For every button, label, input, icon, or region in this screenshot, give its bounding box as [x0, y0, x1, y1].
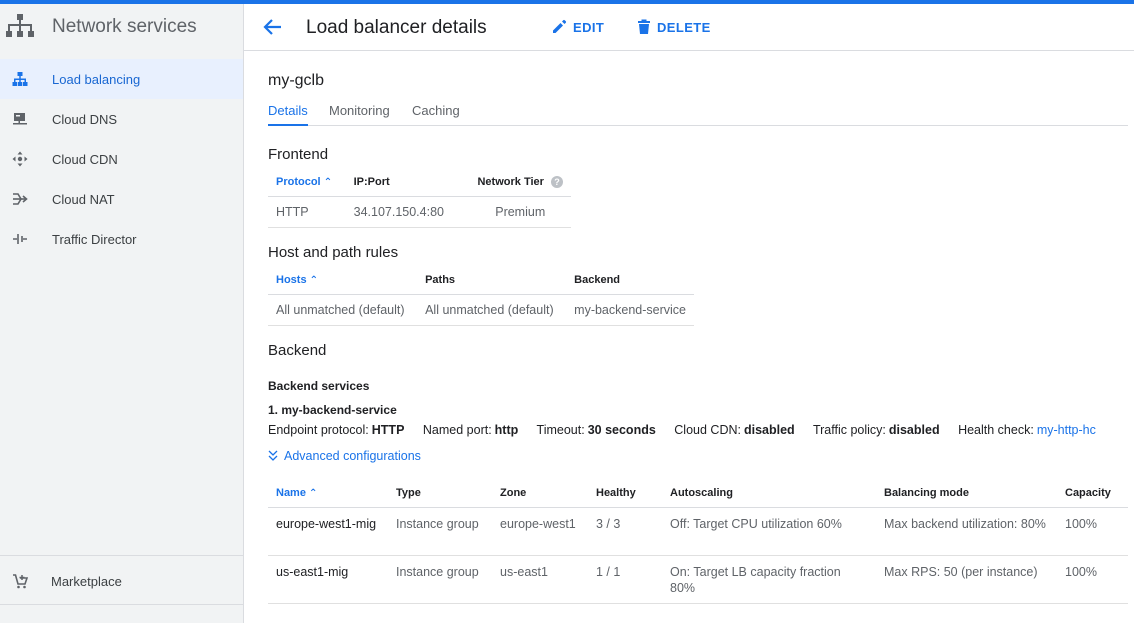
- sidebar-divider: [0, 555, 243, 556]
- host-rule: All unmatched (default): [268, 294, 418, 326]
- instance-group-type: Instance group: [388, 555, 492, 604]
- sidebar-nav: Load balancing Cloud DNS Cloud CDN Cloud…: [0, 59, 243, 259]
- endpoint-protocol-value: HTTP: [371, 423, 405, 437]
- sidebar-item-label: Marketplace: [51, 573, 122, 589]
- cloud-dns-icon: [13, 113, 27, 125]
- table-header-protocol[interactable]: Protocol ⌃: [268, 168, 346, 197]
- backend-rule: my-backend-service: [566, 294, 694, 326]
- cloud-cdn-value: disabled: [743, 423, 795, 437]
- edit-button[interactable]: EDIT: [551, 19, 604, 35]
- sidebar-title: Network services: [52, 16, 197, 37]
- instance-group-capacity: 100%: [1057, 555, 1128, 604]
- backend-instances-table: Name ⌃ Type Zone Healthy Autoscaling Bal…: [268, 479, 1128, 604]
- tab-details[interactable]: Details: [268, 103, 308, 126]
- table-header-capacity: Capacity: [1057, 479, 1128, 508]
- instance-group-autoscaling: Off: Target CPU utilization 60%: [662, 507, 876, 556]
- instance-group-zone: europe-west1: [492, 507, 588, 556]
- sidebar-item-cloud-dns[interactable]: Cloud DNS: [0, 99, 243, 139]
- frontend-table: Protocol ⌃ IP:Port Network Tier ? HTTP 3…: [268, 168, 571, 228]
- path-rule: All unmatched (default): [417, 294, 567, 326]
- health-check-link[interactable]: my-http-hc: [1037, 423, 1096, 437]
- sidebar-item-label: Cloud NAT: [52, 191, 115, 207]
- table-header-hosts[interactable]: Hosts ⌃: [268, 266, 418, 295]
- frontend-protocol: HTTP: [268, 196, 346, 228]
- help-icon[interactable]: ?: [550, 175, 563, 188]
- trash-icon: [638, 19, 650, 34]
- traffic-director-icon: [13, 234, 27, 244]
- cloud-cdn-icon: [12, 151, 28, 167]
- host-path-section-title: Host and path rules: [268, 244, 399, 261]
- sidebar-item-traffic-director[interactable]: Traffic Director: [0, 219, 243, 259]
- tab-bar: Details Monitoring Caching: [268, 101, 1128, 126]
- table-header-paths: Paths: [417, 266, 567, 295]
- table-header-zone: Zone: [492, 479, 588, 508]
- table-row: HTTP 34.107.150.4:80 Premium: [268, 196, 571, 228]
- instance-group-healthy: 1 / 1: [588, 555, 662, 604]
- sort-up-icon: ⌃: [323, 176, 333, 188]
- table-header-balancing-mode: Balancing mode: [876, 479, 1057, 508]
- instance-group-balancing-mode: Max backend utilization: 80%: [876, 507, 1057, 556]
- table-header-healthy: Healthy: [588, 479, 662, 508]
- sort-up-icon: ⌃: [309, 274, 319, 286]
- instance-group-autoscaling: On: Target LB capacity fraction 80%: [662, 555, 876, 604]
- named-port-value: http: [494, 423, 519, 437]
- sidebar-item-label: Traffic Director: [52, 231, 137, 247]
- double-chevron-down-icon: [268, 450, 278, 461]
- backend-service-info: Endpoint protocol: HTTP Named port: http T…: [268, 423, 1096, 437]
- sidebar-item-label: Cloud CDN: [52, 151, 118, 167]
- table-header-name[interactable]: Name ⌃: [268, 479, 388, 508]
- instance-group-capacity: 100%: [1057, 507, 1128, 556]
- sidebar-item-marketplace[interactable]: Marketplace: [0, 561, 243, 601]
- load-balancer-name: my-gclb: [268, 72, 325, 89]
- page-header: Load balancer details EDIT DELETE: [244, 4, 1134, 51]
- pencil-icon: [553, 19, 567, 33]
- sidebar-item-load-balancing[interactable]: Load balancing: [0, 59, 243, 99]
- instance-group-type: Instance group: [388, 507, 492, 556]
- cloud-nat-icon: [13, 193, 28, 205]
- sidebar-item-cloud-cdn[interactable]: Cloud CDN: [0, 139, 243, 179]
- sidebar-divider: [0, 604, 243, 605]
- instance-group-balancing-mode: Max RPS: 50 (per instance): [876, 555, 1057, 604]
- table-header-backend: Backend: [566, 266, 694, 295]
- table-header-autoscaling: Autoscaling: [662, 479, 876, 508]
- host-path-table: Hosts ⌃ Paths Backend All unmatched (def…: [268, 266, 694, 326]
- frontend-ip-port: 34.107.150.4:80: [345, 196, 470, 228]
- sort-up-icon: ⌃: [309, 487, 318, 499]
- frontend-network-tier: Premium: [469, 196, 571, 228]
- backend-section-title: Backend: [268, 342, 327, 359]
- table-header-type: Type: [388, 479, 492, 508]
- table-header-ip-port: IP:Port: [345, 168, 470, 197]
- instance-group-name: europe-west1-mig: [268, 507, 388, 556]
- sidebar-item-cloud-nat[interactable]: Cloud NAT: [0, 179, 243, 219]
- table-row: europe-west1-mig Instance group europe-w…: [268, 507, 1128, 556]
- delete-button-label: DELETE: [657, 19, 711, 35]
- sidebar: Network services Load balancing Cloud DN…: [0, 4, 244, 623]
- backend-service-name: 1. my-backend-service: [268, 403, 397, 417]
- edit-button-label: EDIT: [573, 19, 605, 35]
- instance-group-name: us-east1-mig: [268, 555, 388, 604]
- back-arrow-icon[interactable]: [262, 16, 284, 38]
- network-services-logo-icon: [6, 14, 34, 37]
- sidebar-item-label: Load balancing: [52, 71, 141, 87]
- table-row: All unmatched (default) All unmatched (d…: [268, 294, 694, 326]
- marketplace-cart-icon: [13, 574, 28, 589]
- page-title: Load balancer details: [306, 17, 487, 38]
- load-balancing-icon: [12, 72, 28, 86]
- advanced-configurations-label: Advanced configurations: [284, 449, 421, 463]
- delete-button[interactable]: DELETE: [637, 19, 711, 35]
- frontend-section-title: Frontend: [268, 146, 329, 163]
- table-row: us-east1-mig Instance group us-east1 1 /…: [268, 555, 1128, 604]
- timeout-value: 30 seconds: [587, 423, 656, 437]
- instance-group-zone: us-east1: [492, 555, 588, 604]
- backend-services-title: Backend services: [268, 379, 370, 393]
- sidebar-item-label: Cloud DNS: [52, 111, 118, 127]
- instance-group-healthy: 3 / 3: [588, 507, 662, 556]
- tab-monitoring[interactable]: Monitoring: [329, 103, 390, 126]
- table-header-network-tier: Network Tier ?: [469, 168, 571, 197]
- advanced-configurations-toggle[interactable]: Advanced configurations: [268, 449, 421, 463]
- sidebar-header: Network services: [0, 4, 243, 50]
- tab-caching[interactable]: Caching: [412, 103, 460, 126]
- traffic-policy-value: disabled: [888, 423, 940, 437]
